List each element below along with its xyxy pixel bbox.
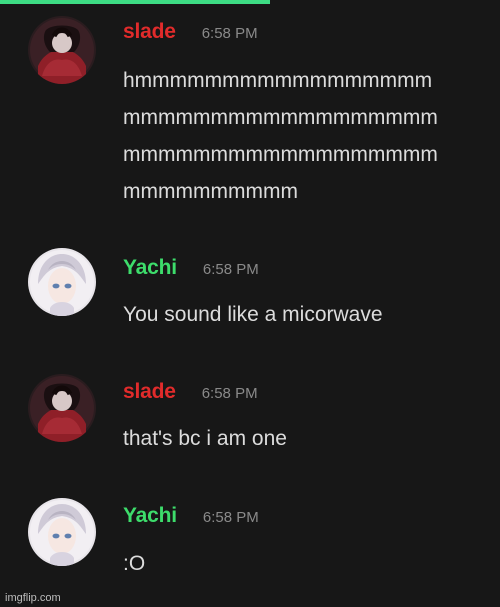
avatar[interactable] bbox=[28, 16, 96, 84]
author-name[interactable]: Yachi bbox=[123, 504, 177, 528]
message-item[interactable]: slade 6:58 PM hmmmmmmmmmmmmmmmmm mmmmmmm… bbox=[0, 0, 500, 218]
message-content: hmmmmmmmmmmmmmmmmm mmmmmmmmmmmmmmmmmm mm… bbox=[123, 62, 438, 210]
message-line: hmmmmmmmmmmmmmmmmm bbox=[123, 69, 433, 92]
message-meta: Yachi 6:58 PM bbox=[123, 256, 259, 280]
chat-screenshot: slade 6:58 PM hmmmmmmmmmmmmmmmmm mmmmmmm… bbox=[0, 0, 500, 607]
message-item[interactable]: slade 6:58 PM that's bc i am one bbox=[0, 360, 500, 472]
author-name[interactable]: slade bbox=[123, 20, 176, 44]
imgflip-credit: imgflip.com bbox=[5, 592, 61, 604]
avatar[interactable] bbox=[28, 248, 96, 316]
message-content: that's bc i am one bbox=[123, 420, 287, 457]
message-line: You sound like a micorwave bbox=[123, 303, 383, 326]
timestamp: 6:58 PM bbox=[202, 261, 259, 278]
red-dark-character-avatar-icon bbox=[28, 374, 96, 442]
author-name[interactable]: slade bbox=[123, 380, 176, 404]
message-meta: slade 6:58 PM bbox=[123, 20, 258, 44]
message-line: mmmmmmmmmmmmmmmmmm bbox=[123, 143, 438, 166]
avatar[interactable] bbox=[28, 374, 96, 442]
author-name[interactable]: Yachi bbox=[123, 256, 177, 280]
white-haired-character-avatar-icon bbox=[28, 248, 96, 316]
message-line: that's bc i am one bbox=[123, 427, 287, 450]
message-content: You sound like a micorwave bbox=[123, 296, 383, 333]
message-line: mmmmmmmmmmmmmmmmmm bbox=[123, 106, 438, 129]
message-item[interactable]: Yachi 6:58 PM You sound like a micorwave bbox=[0, 236, 500, 348]
message-meta: Yachi 6:58 PM bbox=[123, 504, 259, 528]
timestamp: 6:58 PM bbox=[202, 509, 259, 526]
avatar[interactable] bbox=[28, 498, 96, 566]
message-item[interactable]: Yachi 6:58 PM :O bbox=[0, 484, 500, 596]
message-line: :O bbox=[123, 552, 146, 575]
message-line: mmmmmmmmmm bbox=[123, 180, 298, 203]
timestamp: 6:58 PM bbox=[201, 385, 258, 402]
message-meta: slade 6:58 PM bbox=[123, 380, 258, 404]
message-content: :O bbox=[123, 545, 145, 582]
timestamp: 6:58 PM bbox=[201, 25, 258, 42]
white-haired-character-avatar-icon bbox=[28, 498, 96, 566]
red-dark-character-avatar-icon bbox=[28, 16, 96, 84]
